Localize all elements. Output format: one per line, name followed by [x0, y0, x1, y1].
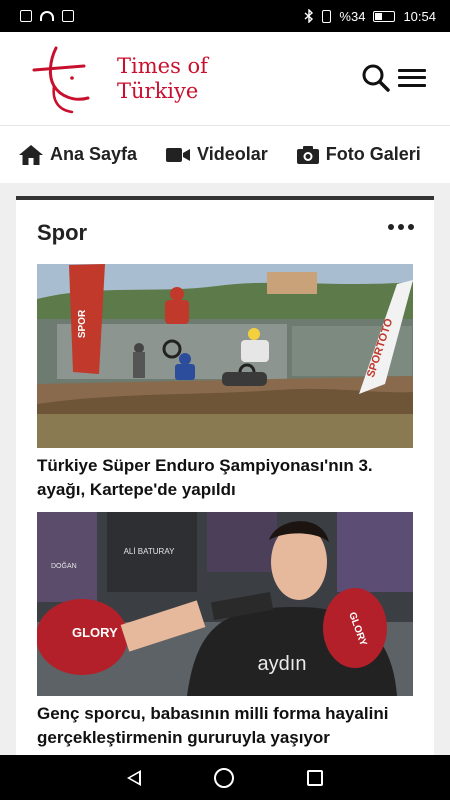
article-card[interactable]: SPOR SPORTOTO Türkiye Süper Enduro Şampi…: [37, 264, 413, 502]
glove-left-text: GLORY: [72, 625, 118, 640]
status-bar: %34 10:54: [0, 0, 450, 32]
nav-item-label: Videolar: [197, 144, 268, 164]
video-camera-icon: [166, 147, 191, 162]
nav-item-label: Foto Galeri: [325, 144, 421, 164]
nav-item-videos[interactable]: Videolar: [165, 144, 268, 165]
more-dot: [398, 224, 404, 230]
menu-icon-bar: [398, 83, 426, 87]
shirt-brand-text: aydın: [258, 653, 307, 675]
menu-button[interactable]: [398, 64, 426, 92]
article-title[interactable]: Genç sporcu, babasının milli forma hayal…: [37, 702, 413, 750]
article-card[interactable]: ALİ BATURAY DOĞAN aydın GLORY GLORY Genç…: [37, 512, 413, 750]
spor-sign-text: SPOR: [77, 309, 88, 338]
recent-apps-icon[interactable]: [307, 769, 324, 786]
notification-icon: [20, 10, 32, 22]
more-dot: [388, 224, 394, 230]
poster-name-text: ALİ BATURAY: [124, 547, 175, 556]
nav-item-label: Ana Sayfa: [50, 144, 138, 164]
brand-line-2: Türkiye: [117, 79, 199, 103]
more-dot: [408, 224, 414, 230]
section-title[interactable]: Spor: [37, 220, 87, 246]
back-icon[interactable]: [126, 769, 141, 786]
more-options-button[interactable]: [388, 224, 414, 230]
nfc-icon: [62, 10, 74, 22]
status-right: %34 10:54: [304, 9, 436, 24]
vibrate-icon: [322, 9, 332, 23]
poster-left-text: DOĞAN: [51, 561, 77, 570]
nav-item-photo-gallery[interactable]: Foto Galeri: [296, 144, 421, 165]
system-navigation-bar: [0, 755, 450, 800]
home-icon: [19, 144, 43, 165]
menu-icon-bar: [398, 76, 426, 80]
boxer-with-gloves-photo[interactable]: ALİ BATURAY DOĞAN aydın GLORY GLORY: [37, 512, 413, 696]
category-nav: Ana Sayfa Videolar Foto Galeri: [0, 125, 450, 183]
status-time: 10:54: [403, 8, 436, 24]
sport-section-card: Spor SPOR SPORTOTO Türkiye Süper Enduro …: [16, 196, 434, 776]
search-icon: [362, 64, 390, 92]
logo-icon[interactable]: [26, 42, 96, 116]
menu-icon-bar: [398, 69, 426, 73]
search-button[interactable]: [360, 62, 392, 94]
brand-line-1: Times of: [117, 54, 208, 78]
article-title[interactable]: Türkiye Süper Enduro Şampiyonası'nın 3. …: [37, 454, 413, 502]
motocross-riders-photo[interactable]: SPOR SPORTOTO: [37, 264, 413, 448]
app-header: Times of Türkiye: [0, 32, 450, 125]
battery-percent: %34: [339, 8, 366, 24]
battery-icon: [373, 10, 396, 22]
wifi-icon: [40, 11, 54, 21]
bluetooth-icon: [304, 9, 314, 23]
status-left: [20, 10, 74, 22]
brand-name[interactable]: Times of Türkiye: [117, 54, 208, 104]
home-circle-icon[interactable]: [213, 767, 234, 788]
photo-camera-icon: [296, 145, 319, 164]
nav-item-home[interactable]: Ana Sayfa: [18, 144, 137, 166]
